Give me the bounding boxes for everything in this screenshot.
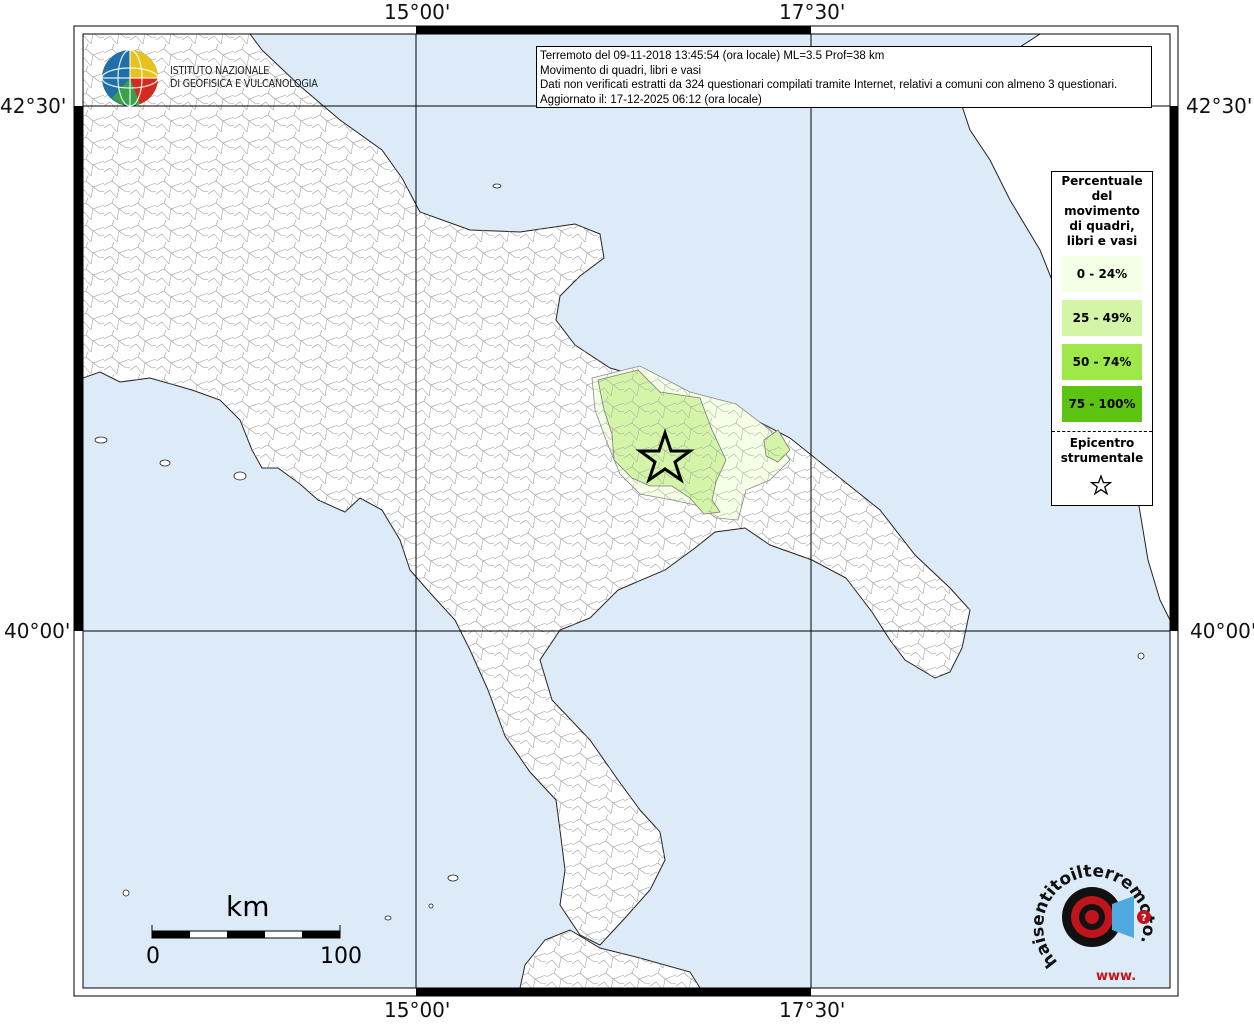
legend-title: Percentuale del movimento di quadri, lib…: [1061, 174, 1143, 248]
ingv-logo-text: ISTITUTO NAZIONALE DI GEOFISICA E VULCAN…: [170, 64, 318, 90]
haisentito-logo: haisentitoilterremoto.it ? www.: [1030, 862, 1158, 984]
scale-unit-label: km: [226, 890, 270, 923]
info-parameter: Movimento di quadri, libri e vasi: [540, 64, 702, 77]
info-event: Terremoto del 09-11-2018 13:45:54 (ora l…: [540, 50, 885, 62]
legend-epicenter-label: Epicentro strumentale: [1060, 436, 1144, 465]
lon-label-top-west: 15°00': [384, 0, 451, 24]
lon-label-bottom-west: 15°00': [384, 998, 451, 1022]
info-data-note: Dati non verificati estratti da 324 ques…: [540, 79, 1118, 91]
lon-label-bottom-east: 17°30': [779, 998, 846, 1022]
legend-separator: [1052, 431, 1152, 432]
earthquake-info-box: Terremoto del 09-11-2018 13:45:54 (ora l…: [536, 46, 1152, 108]
info-updated: Aggiornato il: 17-12-2025 06:12 (ora loc…: [540, 93, 762, 106]
svg-text:?: ?: [1141, 913, 1147, 924]
legend-class-1: 25 - 49%: [1062, 300, 1142, 336]
legend-star-icon: [1090, 474, 1112, 496]
lat-label-right-south: 40°00': [1190, 619, 1254, 643]
legend: Percentuale del movimento di quadri, lib…: [1051, 171, 1153, 506]
legend-class-3: 75 - 100%: [1062, 386, 1142, 422]
lat-label-left-north: 42°30': [0, 94, 67, 118]
legend-class-2: 50 - 74%: [1062, 344, 1142, 380]
scale-start-label: 0: [146, 944, 160, 969]
lon-label-top-east: 17°30': [779, 0, 846, 24]
legend-class-0: 0 - 24%: [1062, 256, 1142, 292]
scale-end-label: 100: [320, 944, 362, 969]
lat-label-left-south: 40°00': [4, 619, 71, 643]
haisentito-www: www.: [1096, 969, 1136, 984]
lat-label-right-north: 42°30': [1186, 94, 1253, 118]
